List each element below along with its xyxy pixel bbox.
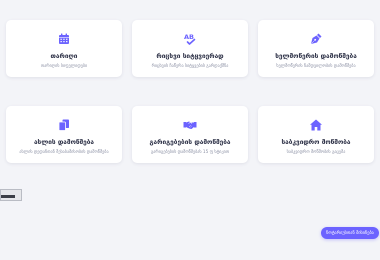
corner-widget — [0, 189, 22, 201]
card-description: რიცხვის ჩაწერა სიტყვების გარდაქმნა — [151, 63, 229, 68]
spell-check-icon: AB — [183, 32, 197, 46]
card-description: ხელმოწერის ნამდვილობის დამოწმება — [276, 63, 356, 68]
card-title: ხელმოწერის დამოწმება — [275, 52, 357, 60]
card-description: ასლის დედანთან შესაბამისობის დამოწმება — [19, 149, 109, 154]
card-copy-certification[interactable]: ასლის დამოწმება ასლის დედანთან შესაბამის… — [6, 106, 122, 163]
card-transaction-certification[interactable]: გარიგებების დამოწმება გარიგებების დამოწმ… — [132, 106, 248, 163]
pen-nib-icon — [309, 32, 323, 46]
book-notary-button[interactable]: ნოტარიუსთან მისინება — [321, 227, 379, 239]
home-icon — [309, 118, 323, 132]
card-title: თარიღი — [50, 52, 78, 60]
card-inheritance-certificate[interactable]: საბკვიდრო მოწმობა საბკვიდრო მოწმობის გაც… — [258, 106, 374, 163]
calendar-icon — [57, 32, 71, 46]
card-description: გარიგებების დამოწმებას 15 ფ სტიკით — [150, 149, 230, 154]
card-title: ასლის დამოწმება — [33, 138, 95, 146]
svg-text:AB: AB — [184, 33, 194, 41]
card-signature-certification[interactable]: ხელმოწერის დამოწმება ხელმოწერის ნამდვილო… — [258, 20, 374, 77]
handshake-icon — [183, 118, 197, 132]
copy-icon — [57, 118, 71, 132]
card-description: საბკვიდრო მოწმობის გაცემა — [286, 149, 346, 154]
card-title: საბკვიდრო მოწმობა — [281, 138, 351, 146]
services-grid: თარიღი თარიღის სიფელიდები AB რიცხვი სიტყ… — [6, 20, 374, 163]
card-description: თარიღის სიფელიდები — [40, 63, 88, 68]
card-date[interactable]: თარიღი თარიღის სიფელიდები — [6, 20, 122, 77]
card-title: გარიგებების დამოწმება — [149, 138, 231, 146]
card-title: რიცხვი სიტყვიერად — [156, 52, 224, 60]
card-number-to-words[interactable]: AB რიცხვი სიტყვიერად რიცხვის ჩაწერა სიტყ… — [132, 20, 248, 77]
widget-bar — [1, 195, 15, 198]
